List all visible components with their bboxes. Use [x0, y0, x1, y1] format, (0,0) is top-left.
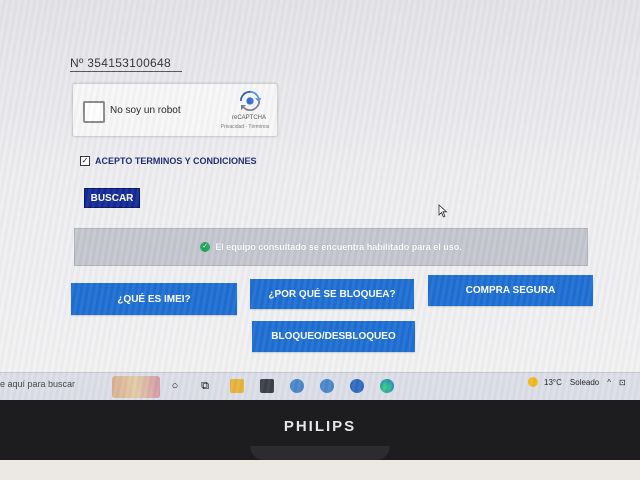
edge-icon[interactable] [380, 379, 394, 393]
weather-temperature: 13°C [544, 377, 562, 387]
status-message: El equipo consultado se encuentra habili… [215, 242, 462, 252]
sun-icon [528, 377, 538, 387]
calculator-icon[interactable] [260, 379, 274, 393]
weather-widget[interactable]: 13°C Soleado ^ ⊡ [528, 377, 634, 387]
que-es-imei-button[interactable]: ¿QUÉ ES IMEI? [71, 283, 237, 315]
search-icon[interactable]: ○ [168, 379, 182, 393]
file-explorer-icon[interactable] [230, 379, 244, 393]
app-icon[interactable] [350, 379, 364, 393]
task-view-icon[interactable]: ⧉ [198, 379, 212, 393]
recaptcha-brand: reCAPTCHA [231, 115, 266, 121]
compra-segura-button[interactable]: COMPRA SEGURA [428, 275, 593, 306]
status-banner: ✓ El equipo consultado se encuentra habi… [74, 228, 588, 266]
chevron-up-icon[interactable]: ^ [607, 378, 611, 387]
app-icon[interactable] [290, 379, 304, 393]
recaptcha-checkbox[interactable] [83, 101, 105, 123]
bloqueo-desbloqueo-button[interactable]: BLOQUEO/DESBLOQUEO [252, 321, 415, 352]
imei-prefix: Nº [70, 56, 84, 70]
imei-field[interactable]: Nº 354153100648 [70, 56, 182, 72]
recaptcha-links[interactable]: Privacidad - Términos [217, 124, 273, 130]
mouse-cursor-icon [438, 204, 448, 218]
windows-taskbar: e aquí para buscar ○ ⧉ 13°C Soleado ^ ⊡ [0, 372, 640, 400]
terms-row[interactable]: ✓ ACEPTO TERMINOS Y CONDICIONES [80, 156, 257, 166]
weather-condition: Soleado [569, 377, 600, 387]
network-icon[interactable]: ⊡ [619, 378, 626, 387]
recaptcha-widget: No soy un robot reCAPTCHA Privacidad - T… [72, 83, 278, 137]
recaptcha-logo-icon [239, 90, 261, 112]
terms-checkbox[interactable]: ✓ [80, 156, 90, 166]
recaptcha-label: No soy un robot [110, 105, 181, 116]
monitor-brand-logo: PHILIPS [283, 418, 357, 435]
monitor-stand [250, 446, 390, 460]
desk-surface [0, 460, 640, 480]
page-title-cut: Consulta tu IMEI [64, 0, 197, 10]
browser-screen: Consulta tu IMEI Nº 354153100648 No soy … [0, 0, 640, 400]
imei-value: 354153100648 [87, 56, 171, 70]
search-highlight-image [112, 376, 160, 398]
terms-label: ACEPTO TERMINOS Y CONDICIONES [95, 156, 257, 166]
app-icon[interactable] [320, 379, 334, 393]
por-que-se-bloquea-button[interactable]: ¿POR QUÉ SE BLOQUEA? [250, 279, 414, 309]
check-circle-icon: ✓ [200, 242, 211, 252]
search-button[interactable]: BUSCAR [84, 188, 140, 208]
